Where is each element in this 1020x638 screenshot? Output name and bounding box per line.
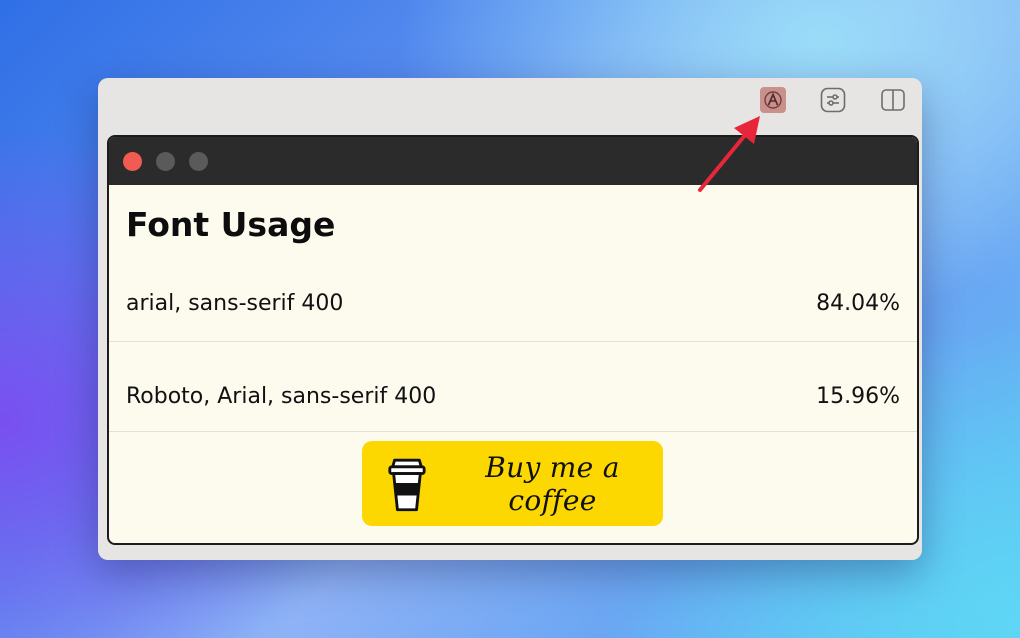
page-title: Font Usage [126,205,336,244]
font-extension-glyph [764,91,782,109]
font-percentage: 84.04% [816,291,900,316]
coffee-cup-icon [388,458,426,511]
sidebar-icon[interactable] [880,87,906,113]
buy-me-a-coffee-button[interactable]: Buy me a coffee [362,441,663,526]
font-name: Roboto, Arial, sans-serif 400 [126,384,437,409]
sidebar-glyph [881,89,905,111]
coffee-button-label: Buy me a coffee [485,450,620,517]
close-window-button[interactable] [123,152,142,171]
font-usage-row: Roboto, Arial, sans-serif 400 15.96% [109,341,917,432]
popup-titlebar [109,137,917,185]
font-name: arial, sans-serif 400 [126,291,344,316]
sliders-icon[interactable] [820,87,846,113]
minimize-window-button[interactable] [156,152,175,171]
font-percentage: 15.96% [816,384,900,409]
sliders-glyph [820,87,846,113]
zoom-window-button[interactable] [189,152,208,171]
font-usage-popup: Font Usage arial, sans-serif 400 84.04% … [107,135,919,545]
pointer-arrow-icon [698,116,760,192]
font-usage-row: arial, sans-serif 400 84.04% [109,251,917,342]
browser-toolbar [98,78,922,128]
